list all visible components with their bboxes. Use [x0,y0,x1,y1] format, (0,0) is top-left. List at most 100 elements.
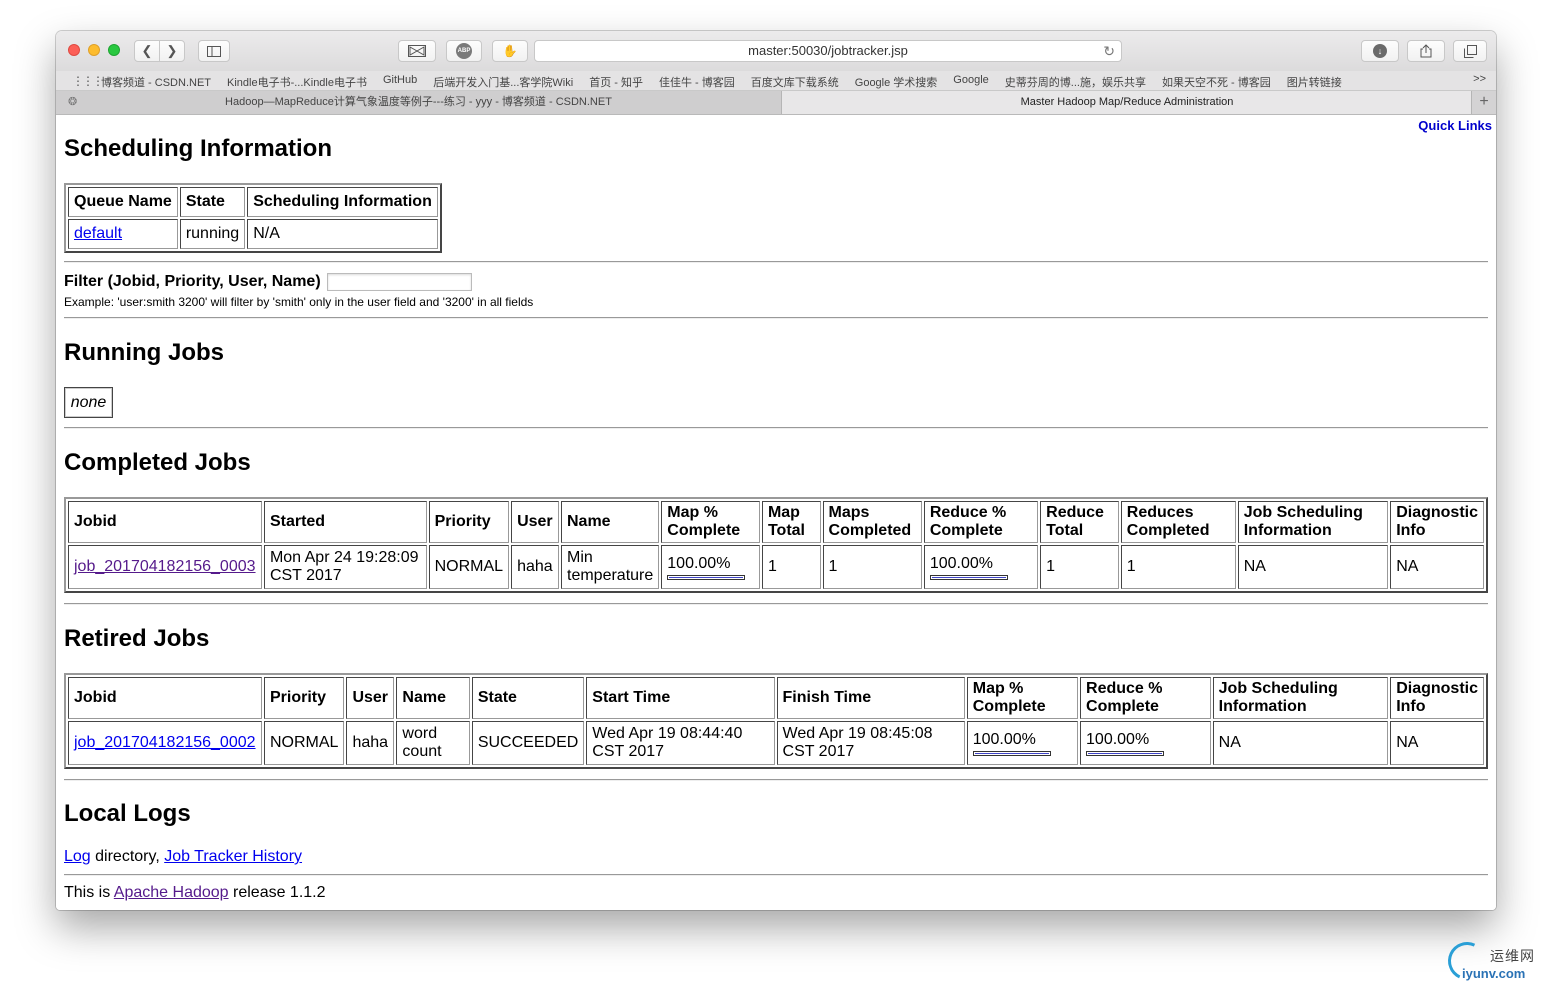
sidebar-button[interactable] [198,40,230,62]
bookmarks-more-button[interactable]: >> [1473,73,1486,85]
bowtie-icon [408,45,426,57]
address-bar[interactable]: master:50030/jobtracker.jsp ↻ [534,40,1122,62]
header-cell: Map Total [761,501,821,543]
divider [64,317,1488,319]
adblock-button[interactable]: ABP [446,40,482,62]
bookmark-item[interactable]: 首页 - 知乎 [589,74,643,90]
bookmark-item[interactable]: 后端开发入门基...客学院Wiki [433,74,573,90]
bookmark-item[interactable]: GitHub [383,74,417,90]
header-cell: Priority [263,677,345,719]
header-cell: Started [263,501,427,543]
filter-example: Example: 'user:smith 3200' will filter b… [64,295,534,309]
bookmark-item[interactable]: 博客频道 - CSDN.NET [101,74,211,90]
progress-fill [974,752,1049,754]
queue-state: running [179,219,246,249]
map-complete-pct: 100.00% [972,730,1036,748]
bookmark-item[interactable]: 佳佳牛 - 博客园 [659,74,735,90]
page-content: Quick Links Scheduling Information Queue… [56,115,1496,910]
show-tabs-button[interactable] [1453,40,1487,62]
release-line: This is Apache Hadoop release 1.1.2 [64,884,326,902]
url-text: master:50030/jobtracker.jsp [748,43,908,58]
tabs-icon [1463,44,1477,58]
completed-job-link[interactable]: job_201704182156_0003 [74,558,256,575]
diagnostic-info: NA [1390,545,1484,589]
new-tab-button[interactable]: + [1471,91,1496,114]
apache-hadoop-link[interactable]: Apache Hadoop [114,884,229,901]
release-suffix: release 1.1.2 [228,884,326,901]
back-button[interactable]: ❮ [134,40,160,62]
completed-jobs-table: Jobid Started Priority User Name Map % C… [64,497,1488,593]
retired-job-link[interactable]: job_201704182156_0002 [74,734,256,751]
job-state: SUCCEEDED [471,721,585,765]
grid-icon[interactable]: ⋮⋮⋮ [72,74,104,88]
retired-jobs-table: Jobid Priority User Name State Start Tim… [64,673,1488,769]
job-start-time: Wed Apr 19 08:44:40 CST 2017 [586,721,775,765]
tab-csdn[interactable]: ❂ Hadoop—MapReduce计算气象温度等例子---练习 - yyy -… [56,91,782,114]
job-started: Mon Apr 24 19:28:09 CST 2017 [263,545,427,589]
header-cell: Job Scheduling Information [1212,677,1389,719]
queue-default-link[interactable]: default [74,225,122,242]
running-jobs-none: none [64,387,113,418]
bookmark-item[interactable]: 图片转链接 [1287,74,1342,90]
header-cell: Reduce % Complete [923,501,1039,543]
forward-button[interactable]: ❯ [159,40,185,62]
reduce-complete-cell: 100.00% [923,545,1039,589]
header-cell: User [511,501,559,543]
header-cell: State [179,187,246,217]
header-cell: State [471,677,585,719]
watermark-logo: 运维网 iyunv.com [1442,936,1548,986]
minimize-window-button[interactable] [88,44,100,56]
maximize-window-button[interactable] [108,44,120,56]
tab-bar: ❂ Hadoop—MapReduce计算气象温度等例子---练习 - yyy -… [56,91,1496,115]
bookmark-item[interactable]: Google 学术搜索 [855,74,938,90]
map-complete-pct: 100.00% [667,554,731,572]
browser-window: ❮ ❯ ABP ✋ master:50030/jobtracker.jsp ↻ … [56,31,1496,910]
extension-button[interactable]: ✋ [492,40,528,62]
chevron-left-icon: ❮ [141,43,153,58]
running-jobs-title: Running Jobs [64,339,224,366]
bookmark-list: 博客频道 - CSDN.NET Kindle电子书-...Kindle电子书 G… [101,74,1342,90]
log-directory-link[interactable]: Log [64,848,91,865]
job-name: Min temperature [561,545,660,589]
bookmark-item[interactable]: 如果天空不死 - 博客园 [1162,74,1271,90]
bookmark-item[interactable]: Kindle电子书-...Kindle电子书 [227,74,367,90]
tab-hadoop-admin[interactable]: Master Hadoop Map/Reduce Administration [782,91,1472,114]
job-tracker-history-link[interactable]: Job Tracker History [164,848,302,865]
job-scheduling-info: NA [1237,545,1389,589]
share-button[interactable] [1407,40,1445,62]
reduce-complete-cell: 100.00% [1080,721,1211,765]
bookmark-item[interactable]: 史蒂芬周的博...施，娱乐共享 [1005,74,1146,90]
hand-icon: ✋ [502,44,518,58]
divider [64,874,1488,876]
download-icon: ↓ [1373,44,1387,58]
chevron-right-icon: ❯ [166,43,178,58]
close-window-button[interactable] [68,44,80,56]
retired-jobs-title: Retired Jobs [64,625,210,652]
progress-fill [931,576,1006,578]
bookmark-item[interactable]: Google [953,74,988,90]
header-cell: Jobid [68,677,262,719]
table-row: job_201704182156_0003 Mon Apr 24 19:28:0… [68,545,1484,589]
reduce-progress-bar [929,574,1008,580]
reload-icon[interactable]: ↻ [1103,41,1115,61]
divider [64,603,1488,605]
job-name: word count [396,721,470,765]
quick-links-link[interactable]: Quick Links [1418,118,1492,133]
watermark-cn: 运维网 [1490,948,1535,964]
downloads-button[interactable]: ↓ [1361,40,1399,62]
adblock-icon: ABP [456,43,472,59]
header-cell: Jobid [68,501,262,543]
reader-button[interactable] [398,40,436,62]
local-logs-line: Log directory, Job Tracker History [64,848,302,866]
bookmark-item[interactable]: 百度文库下载系统 [751,74,839,90]
header-cell: Start Time [586,677,775,719]
filter-input[interactable] [327,273,472,291]
log-directory-text: directory, [90,848,165,865]
job-user: haha [511,545,559,589]
header-cell: Reduce Total [1040,501,1119,543]
header-cell: Name [561,501,660,543]
local-logs-title: Local Logs [64,800,191,827]
table-row: job_201704182156_0002 NORMAL haha word c… [68,721,1484,765]
map-progress-bar [667,574,746,580]
header-cell: Diagnostic Info [1390,501,1484,543]
